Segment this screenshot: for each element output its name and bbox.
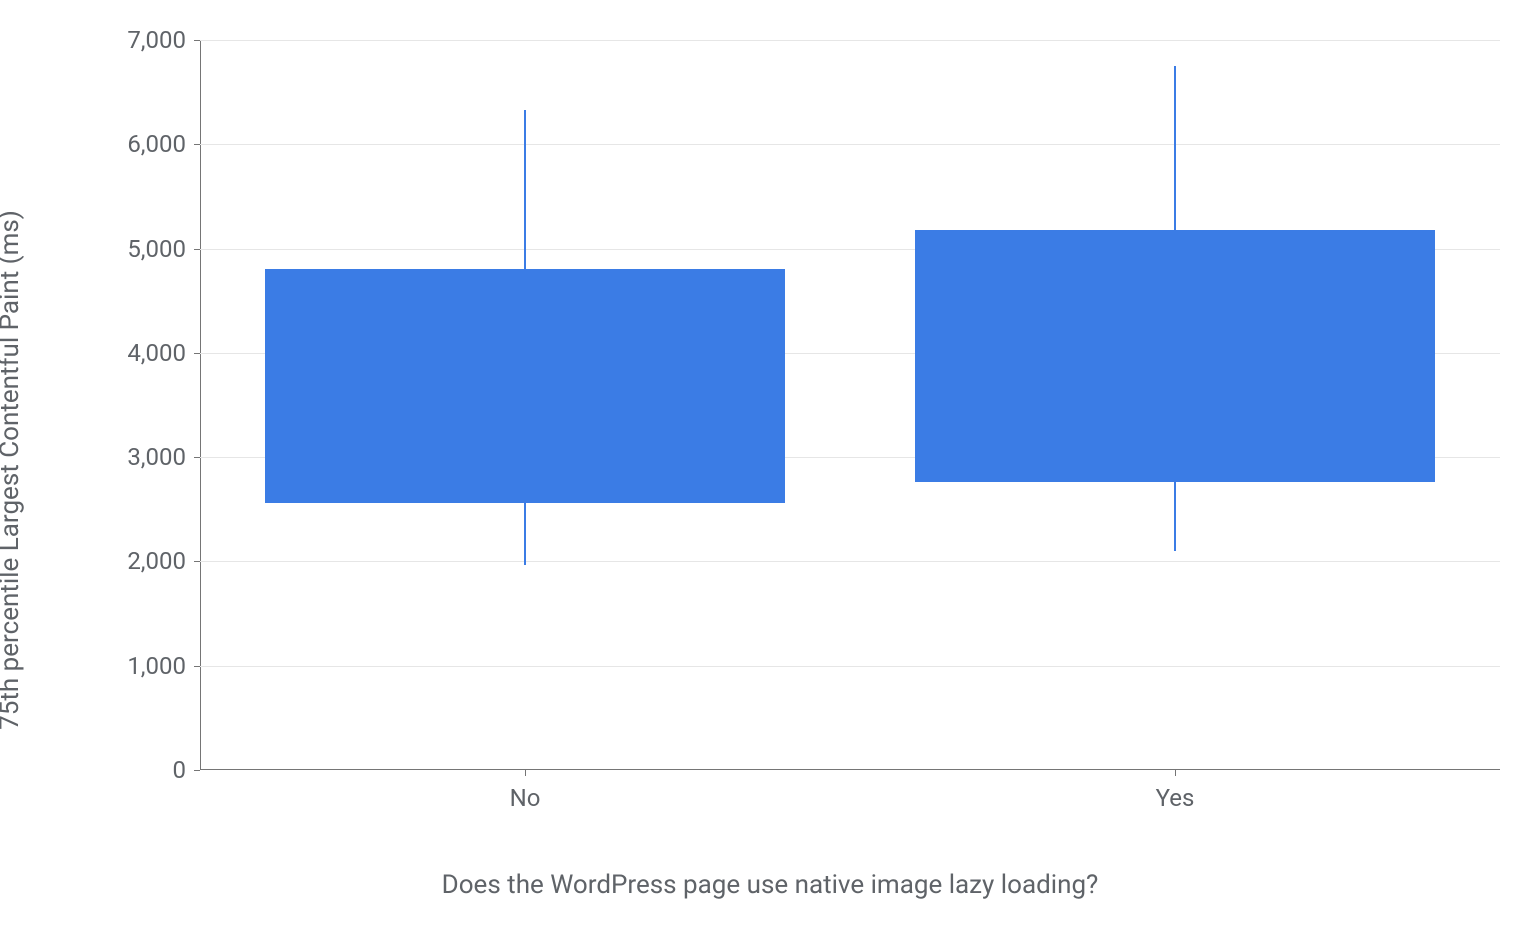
x-tick	[525, 770, 526, 776]
y-tick	[194, 40, 200, 41]
y-tick	[194, 770, 200, 771]
y-axis-line	[200, 40, 201, 770]
y-tick	[194, 249, 200, 250]
x-tick-label: Yes	[1156, 784, 1195, 812]
y-tick-label: 3,000	[127, 443, 186, 471]
x-axis-label: Does the WordPress page use native image…	[0, 870, 1540, 900]
y-axis-label: 75th percentile Largest Contentful Paint…	[0, 210, 25, 730]
y-tick-label: 7,000	[127, 26, 186, 54]
gridline	[200, 40, 1500, 41]
y-tick-label: 5,000	[127, 235, 186, 263]
x-axis-line	[200, 769, 1500, 770]
gridline	[200, 144, 1500, 145]
y-tick-label: 6,000	[127, 130, 186, 158]
plot-area: 01,0002,0003,0004,0005,0006,0007,000NoYe…	[200, 40, 1500, 770]
box	[265, 269, 785, 503]
y-tick	[194, 457, 200, 458]
y-tick	[194, 144, 200, 145]
y-tick	[194, 353, 200, 354]
y-tick	[194, 561, 200, 562]
gridline	[200, 561, 1500, 562]
box-plot-chart: 75th percentile Largest Contentful Paint…	[0, 0, 1540, 940]
y-tick-label: 1,000	[127, 652, 186, 680]
y-tick-label: 4,000	[127, 339, 186, 367]
y-tick-label: 0	[173, 756, 187, 784]
y-tick	[194, 666, 200, 667]
box	[915, 230, 1435, 482]
x-tick	[1175, 770, 1176, 776]
y-tick-label: 2,000	[127, 547, 186, 575]
x-tick-label: No	[510, 784, 541, 812]
gridline	[200, 666, 1500, 667]
